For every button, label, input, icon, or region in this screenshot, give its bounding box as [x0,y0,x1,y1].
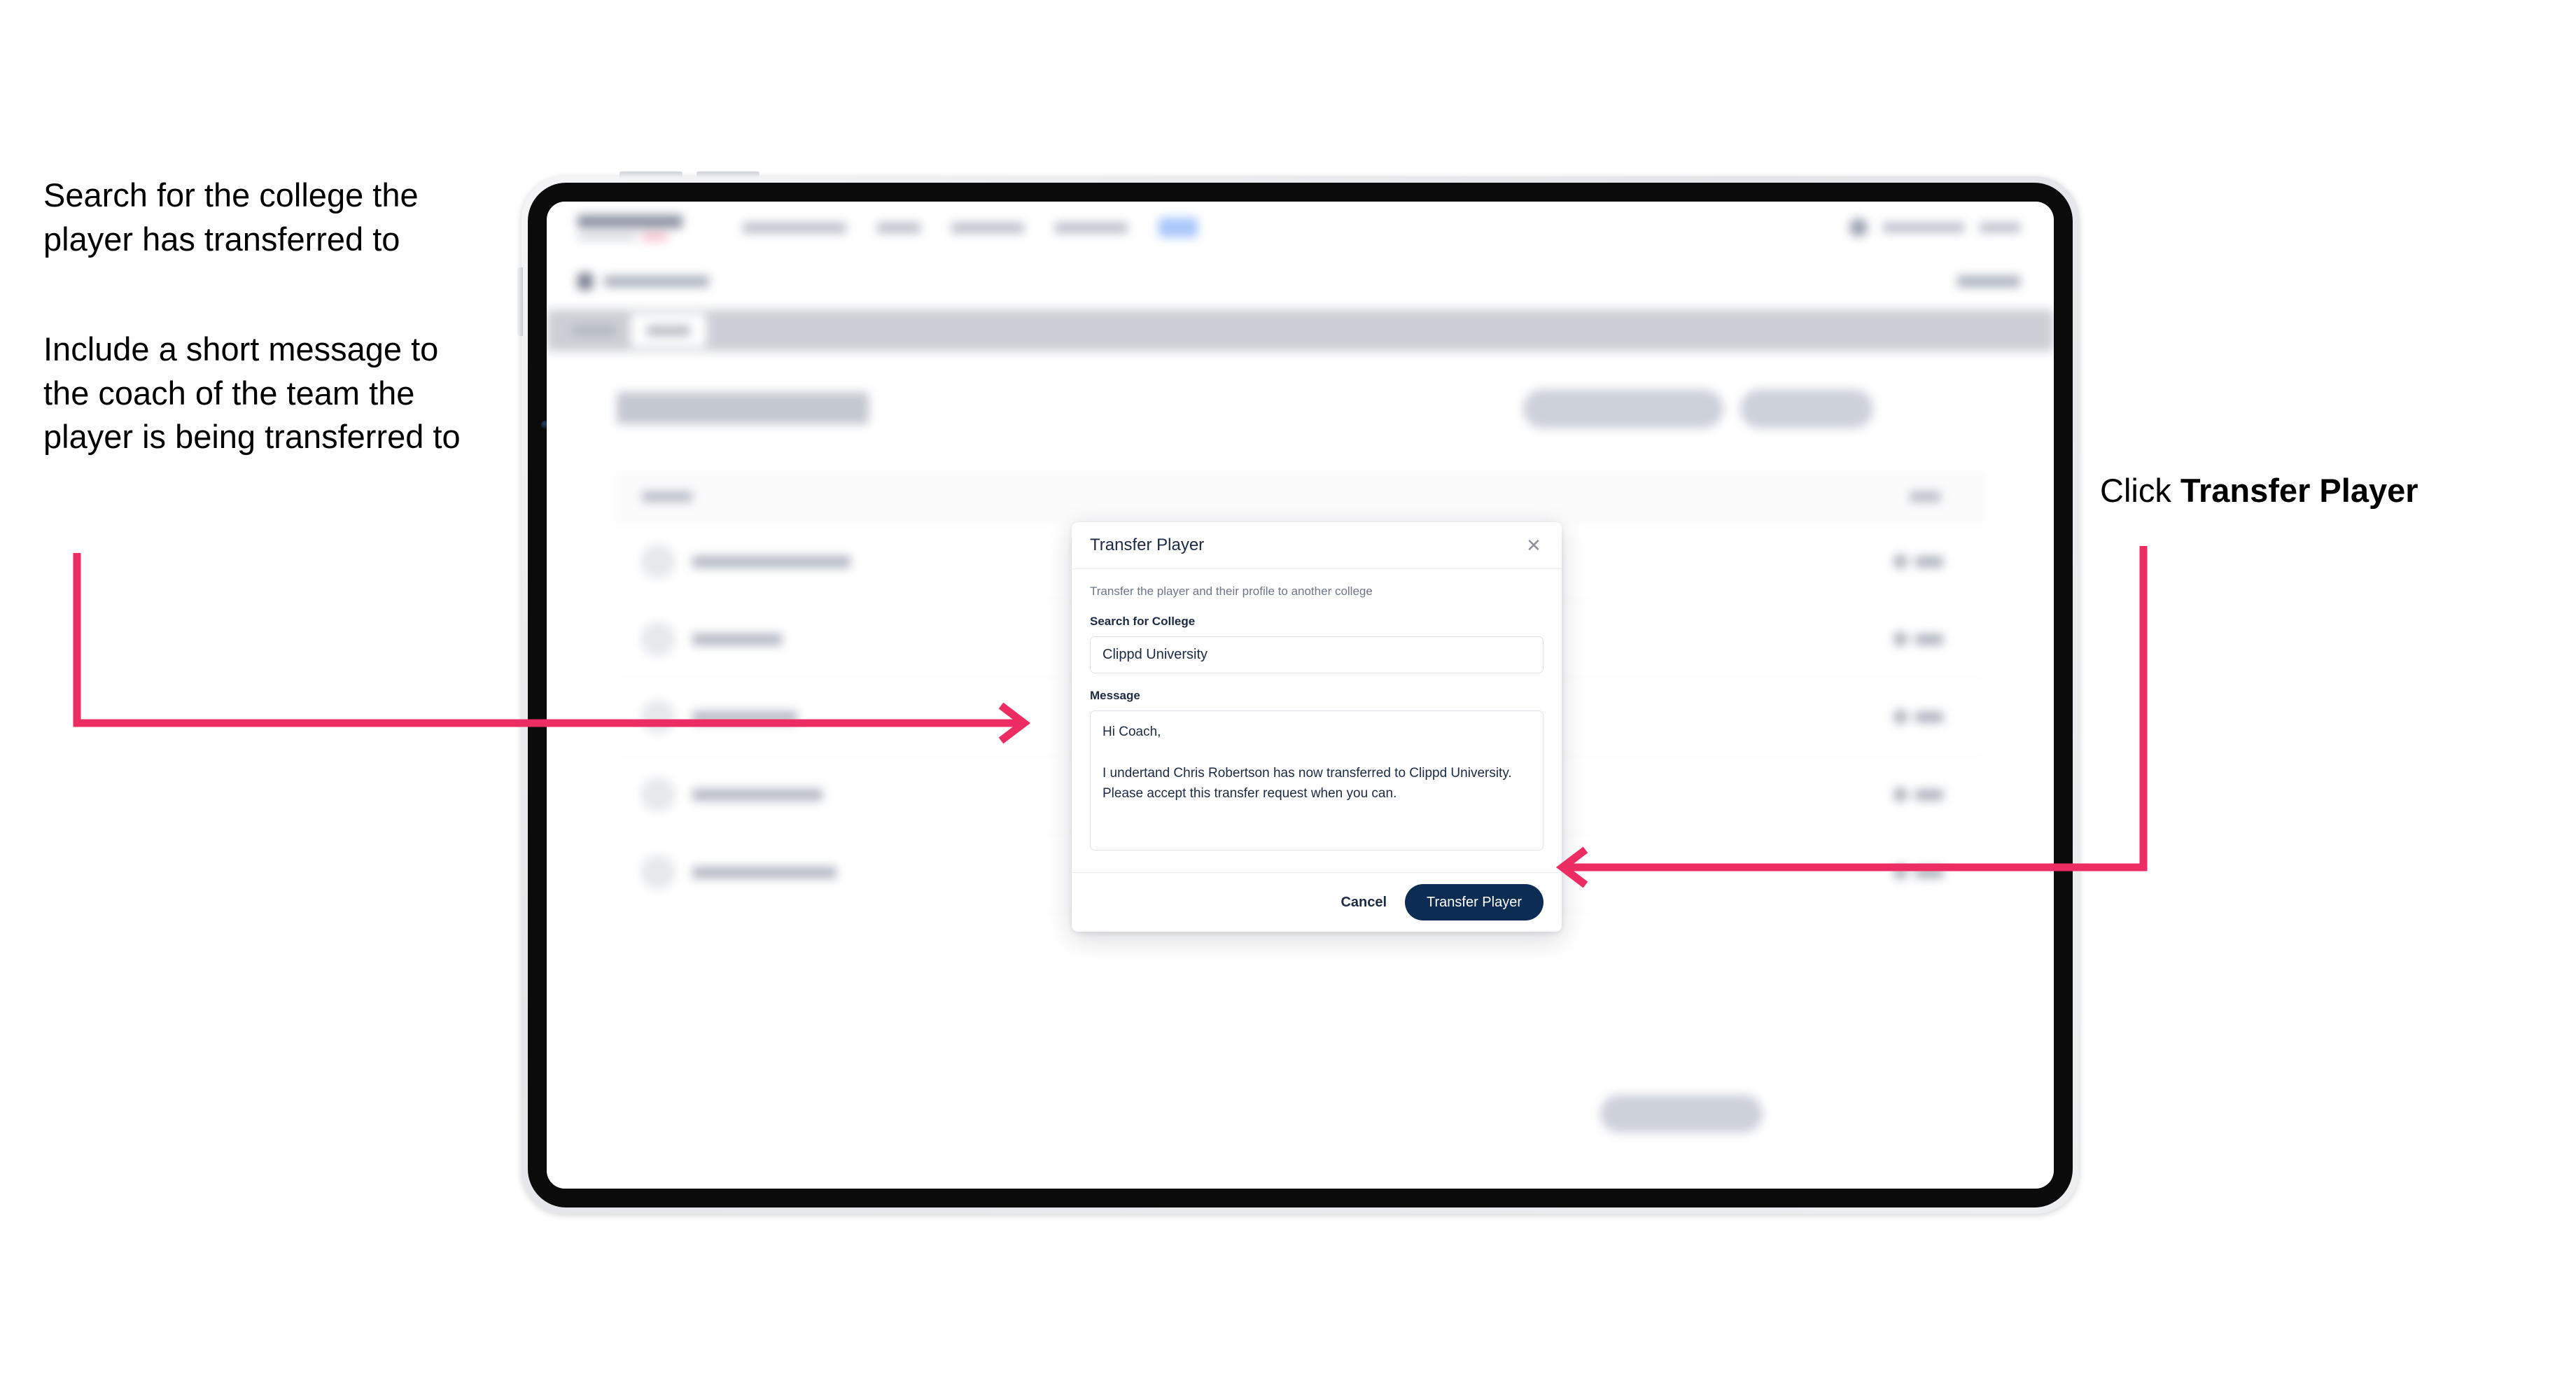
tab-active[interactable] [631,314,706,347]
account-email [1883,223,1964,232]
transfer-player-button[interactable]: Transfer Player [1405,884,1544,920]
tablet-device: Transfer Player ✕ Transfer the player an… [517,172,2079,1214]
player-name [692,788,822,801]
volume-up-button[interactable] [620,172,682,178]
avatar [642,856,674,888]
annotation-left-2: Include a short message to the coach of … [43,330,461,455]
request-player-transfer-button[interactable] [1523,389,1723,428]
avatar[interactable] [1849,218,1868,237]
modal-header: Transfer Player ✕ [1072,522,1562,569]
modal-description: Transfer the player and their profile to… [1090,584,1373,598]
modal-footer: Cancel Transfer Player [1072,872,1562,932]
pencil-icon [1891,708,1910,726]
annotation-right-prefix: Click [2100,472,2180,509]
modal-title: Transfer Player [1090,536,1205,554]
main-nav [743,218,1198,237]
nav-item-3[interactable] [951,222,1024,233]
edit-action[interactable] [1891,552,1943,570]
annotation-right-emphasis: Transfer Player [2180,472,2418,509]
edit-action[interactable] [1891,708,1943,726]
cancel-button[interactable]: Cancel [1340,895,1387,911]
college-field-label: Search for College [1090,615,1196,628]
pencil-icon [1891,785,1910,804]
player-name [692,555,850,568]
breadcrumb [604,276,709,287]
annotation-left-1: Search for the college the player has tr… [43,176,419,258]
app-subbar [547,253,2054,310]
avatar [642,778,674,811]
edit-action[interactable] [1891,630,1943,648]
app-logo[interactable] [578,214,682,241]
table-header [614,470,1987,523]
avatar [642,623,674,655]
player-name [692,633,782,645]
player-name [692,710,797,723]
volume-down-button[interactable] [696,172,760,178]
cancel-link[interactable] [1957,276,2020,287]
topbar-right [1849,218,2020,237]
nav-item-1[interactable] [743,222,846,233]
avatar [642,545,674,578]
submit-roster-update-button[interactable] [1600,1095,1763,1133]
modal-body: Transfer the player and their profile to… [1072,569,1562,872]
message-textarea[interactable]: Hi Coach, I undertand Chris Robertson ha… [1090,710,1544,850]
pencil-icon [1891,552,1910,570]
column-header-action [1910,491,1940,502]
nav-item-4[interactable] [1055,222,1128,233]
avatar [642,701,674,733]
device-screen: Transfer Player ✕ Transfer the player an… [547,202,2054,1189]
breadcrumb-icon [578,273,593,290]
sign-out-link[interactable] [1980,223,2020,232]
edit-action[interactable] [1891,785,1943,804]
power-button[interactable] [517,267,523,336]
tab-inactive[interactable] [572,325,617,336]
transfer-player-modal: Transfer Player ✕ Transfer the player an… [1072,522,1562,932]
app-tabbar [547,309,2054,351]
player-name [692,866,836,878]
add-player-button[interactable] [1740,389,1873,428]
pencil-icon [1891,863,1910,881]
edit-action[interactable] [1891,863,1943,881]
nav-item-active[interactable] [1158,218,1198,237]
app-topbar [547,202,2054,254]
annotation-right-1: Click Transfer Player [2100,469,2534,513]
college-search-input[interactable] [1090,636,1544,673]
column-header-name [642,491,692,502]
page-title [617,392,869,424]
message-field-label: Message [1090,689,1140,702]
pencil-icon [1891,630,1910,648]
nav-item-2[interactable] [877,222,920,233]
close-icon[interactable]: ✕ [1524,536,1544,555]
